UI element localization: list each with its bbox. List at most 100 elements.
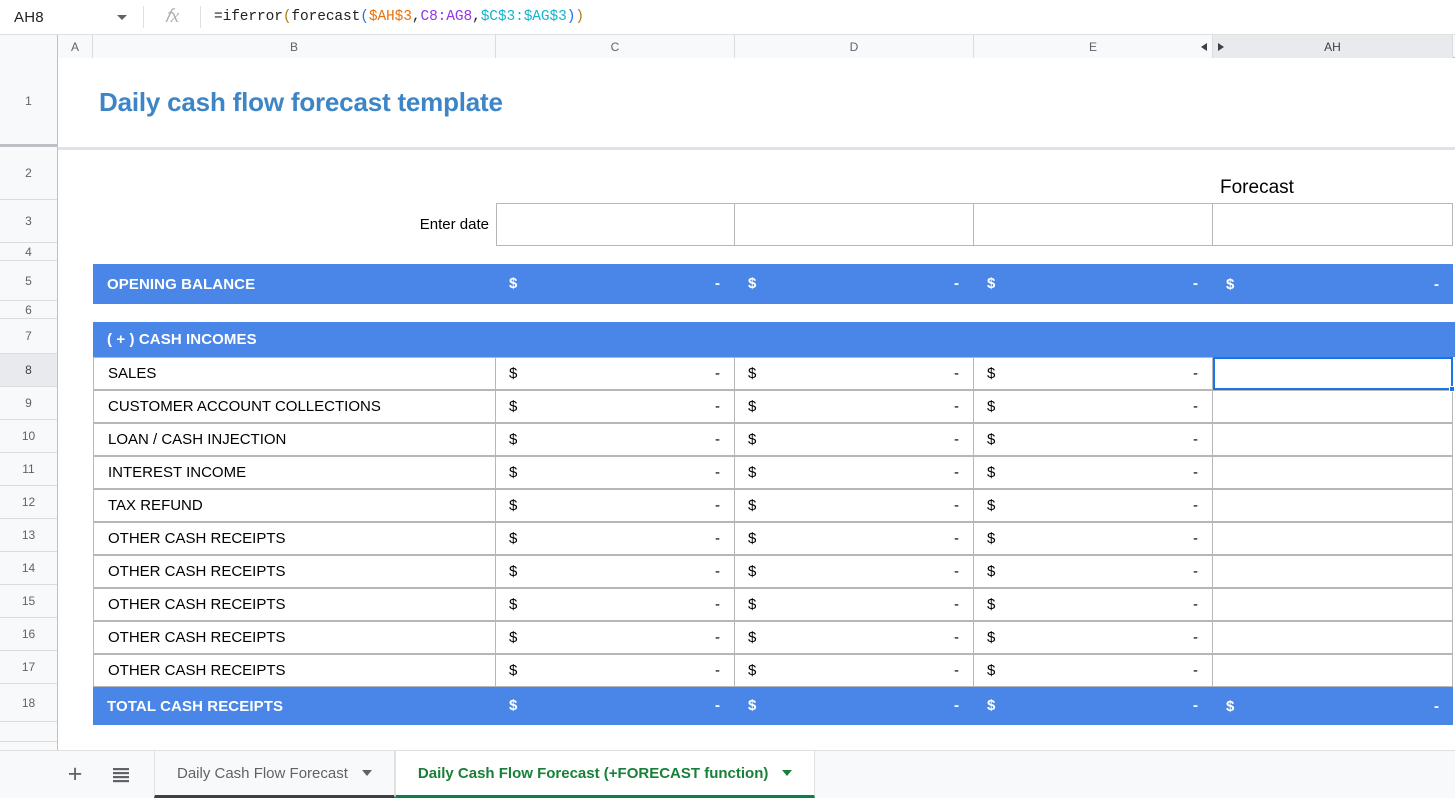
enter-date-label[interactable]: Enter date (93, 203, 496, 246)
total-cash-receipts-d[interactable]: $ - (735, 687, 974, 725)
opening-balance-e[interactable]: $ - (974, 264, 1213, 304)
line-item-label[interactable]: CUSTOMER ACCOUNT COLLECTIONS (93, 390, 496, 423)
row-header-6[interactable]: 6 (0, 301, 57, 319)
line-item-value-ah[interactable] (1213, 489, 1453, 522)
line-item-value-d[interactable]: $ - (735, 621, 974, 654)
line-item-value-c[interactable]: $ - (496, 489, 735, 522)
row-header-2[interactable]: 2 (0, 147, 57, 200)
forecast-label[interactable]: Forecast (1213, 150, 1453, 203)
line-item-value-ah[interactable] (1213, 555, 1453, 588)
chevron-down-icon[interactable] (117, 15, 127, 20)
row-header-12[interactable]: 12 (0, 486, 57, 519)
line-item-value-c[interactable]: $ - (496, 654, 735, 687)
cell-a18[interactable] (58, 687, 93, 725)
cell-a[interactable] (58, 489, 93, 522)
cell-d2[interactable] (735, 150, 974, 203)
cell-a[interactable] (58, 522, 93, 555)
line-item-value-ah[interactable] (1213, 456, 1453, 489)
chevron-down-icon[interactable] (361, 770, 372, 776)
cell-e2[interactable] (974, 150, 1213, 203)
line-item-value-d[interactable]: $ - (735, 456, 974, 489)
line-item-value-e[interactable]: $ - (974, 390, 1213, 423)
cell-a[interactable] (58, 654, 93, 687)
row-header-10[interactable]: 10 (0, 420, 57, 453)
line-item-value-c[interactable]: $ - (496, 357, 735, 390)
line-item-value-d[interactable]: $ - (735, 390, 974, 423)
total-cash-receipts-ah[interactable]: $ - (1213, 687, 1453, 725)
line-item-label[interactable]: OTHER CASH RECEIPTS (93, 621, 496, 654)
row-header-5[interactable]: 5 (0, 261, 57, 301)
row-header-18[interactable]: 18 (0, 684, 57, 722)
line-item-value-d[interactable]: $ - (735, 588, 974, 621)
line-item-value-ah[interactable] (1213, 654, 1453, 687)
add-sheet-button[interactable]: + (52, 751, 98, 798)
formula-input[interactable]: =iferror(forecast($AH$3, C8:AG8, $C$3:$AG$… (201, 0, 1455, 35)
sheet-tab-daily-cash-flow-forecast[interactable]: Daily Cash Flow Forecast (154, 751, 395, 798)
line-item-value-e[interactable]: $ - (974, 621, 1213, 654)
line-item-value-c[interactable]: $ - (496, 588, 735, 621)
total-cash-receipts-c[interactable]: $ - (496, 687, 735, 725)
enter-date-input-c[interactable] (496, 203, 735, 246)
total-cash-receipts-e[interactable]: $ - (974, 687, 1213, 725)
row-header-9[interactable]: 9 (0, 387, 57, 420)
line-item-value-e[interactable]: $ - (974, 456, 1213, 489)
row-header-1[interactable]: 1 (0, 58, 57, 147)
line-item-value-e[interactable]: $ - (974, 555, 1213, 588)
spreadsheet-grid[interactable]: A B C D E AH 1 2 3 4 5 6 7 8 9 10 11 12 … (0, 35, 1455, 750)
cell-a[interactable] (58, 621, 93, 654)
row-header-13[interactable]: 13 (0, 519, 57, 552)
line-item-value-c[interactable]: $ - (496, 555, 735, 588)
sheet-tab-daily-cash-flow-forecast-function[interactable]: Daily Cash Flow Forecast (+FORECAST func… (394, 751, 816, 798)
enter-date-input-ah[interactable] (1213, 203, 1453, 246)
cell-a2[interactable] (58, 150, 93, 203)
line-item-value-e[interactable]: $ - (974, 423, 1213, 456)
page-title[interactable]: Daily cash flow forecast template (93, 58, 1455, 147)
column-header-ah[interactable]: AH (1213, 35, 1453, 58)
opening-balance-c[interactable]: $ - (496, 264, 735, 304)
line-item-value-ah[interactable] (1213, 621, 1453, 654)
enter-date-input-d[interactable] (735, 203, 974, 246)
chevron-down-icon[interactable] (782, 770, 793, 776)
line-item-value-c[interactable]: $ - (496, 456, 735, 489)
cell-a5[interactable] (58, 264, 93, 304)
column-header-d[interactable]: D (735, 35, 974, 58)
line-item-value-e[interactable]: $ - (974, 588, 1213, 621)
cell-a7[interactable] (58, 322, 93, 357)
column-header-e[interactable]: E (974, 35, 1213, 58)
row-header-4[interactable]: 4 (0, 243, 57, 261)
cell-a[interactable] (58, 357, 93, 390)
line-item-value-d[interactable]: $ - (735, 423, 974, 456)
row-header-17[interactable]: 17 (0, 651, 57, 684)
row-header-11[interactable]: 11 (0, 453, 57, 486)
function-icon[interactable]: 𝑓x (144, 6, 200, 28)
cell-a[interactable] (58, 390, 93, 423)
line-item-label[interactable]: LOAN / CASH INJECTION (93, 423, 496, 456)
row-header-14[interactable]: 14 (0, 552, 57, 585)
column-header-a[interactable]: A (58, 35, 93, 58)
total-cash-receipts-label[interactable]: TOTAL CASH RECEIPTS (93, 687, 496, 725)
cell-spacer-4[interactable] (58, 246, 1455, 264)
row-header-7[interactable]: 7 (0, 319, 57, 354)
line-item-label[interactable]: OTHER CASH RECEIPTS (93, 588, 496, 621)
line-item-value-e[interactable]: $ - (974, 489, 1213, 522)
opening-balance-ah[interactable]: $ - (1213, 264, 1453, 304)
line-item-value-c[interactable]: $ - (496, 390, 735, 423)
line-item-label[interactable]: OTHER CASH RECEIPTS (93, 522, 496, 555)
column-header-c[interactable]: C (496, 35, 735, 58)
cell-a[interactable] (58, 456, 93, 489)
row-header-19[interactable] (0, 722, 57, 742)
cell-spacer-6[interactable] (58, 304, 1455, 322)
opening-balance-label[interactable]: OPENING BALANCE (93, 264, 496, 304)
line-item-value-c[interactable]: $ - (496, 621, 735, 654)
cell-a[interactable] (58, 588, 93, 621)
line-item-value-c[interactable]: $ - (496, 423, 735, 456)
cash-incomes-section-header[interactable]: ( + ) CASH INCOMES (93, 322, 1455, 357)
row-header-15[interactable]: 15 (0, 585, 57, 618)
line-item-value-ah[interactable] (1213, 390, 1453, 423)
cell-a[interactable] (58, 423, 93, 456)
fill-handle[interactable] (1449, 386, 1455, 392)
line-item-value-c[interactable]: $ - (496, 522, 735, 555)
enter-date-input-e[interactable] (974, 203, 1213, 246)
cells-area[interactable]: Daily cash flow forecast template Foreca… (58, 58, 1455, 750)
line-item-label[interactable]: OTHER CASH RECEIPTS (93, 555, 496, 588)
